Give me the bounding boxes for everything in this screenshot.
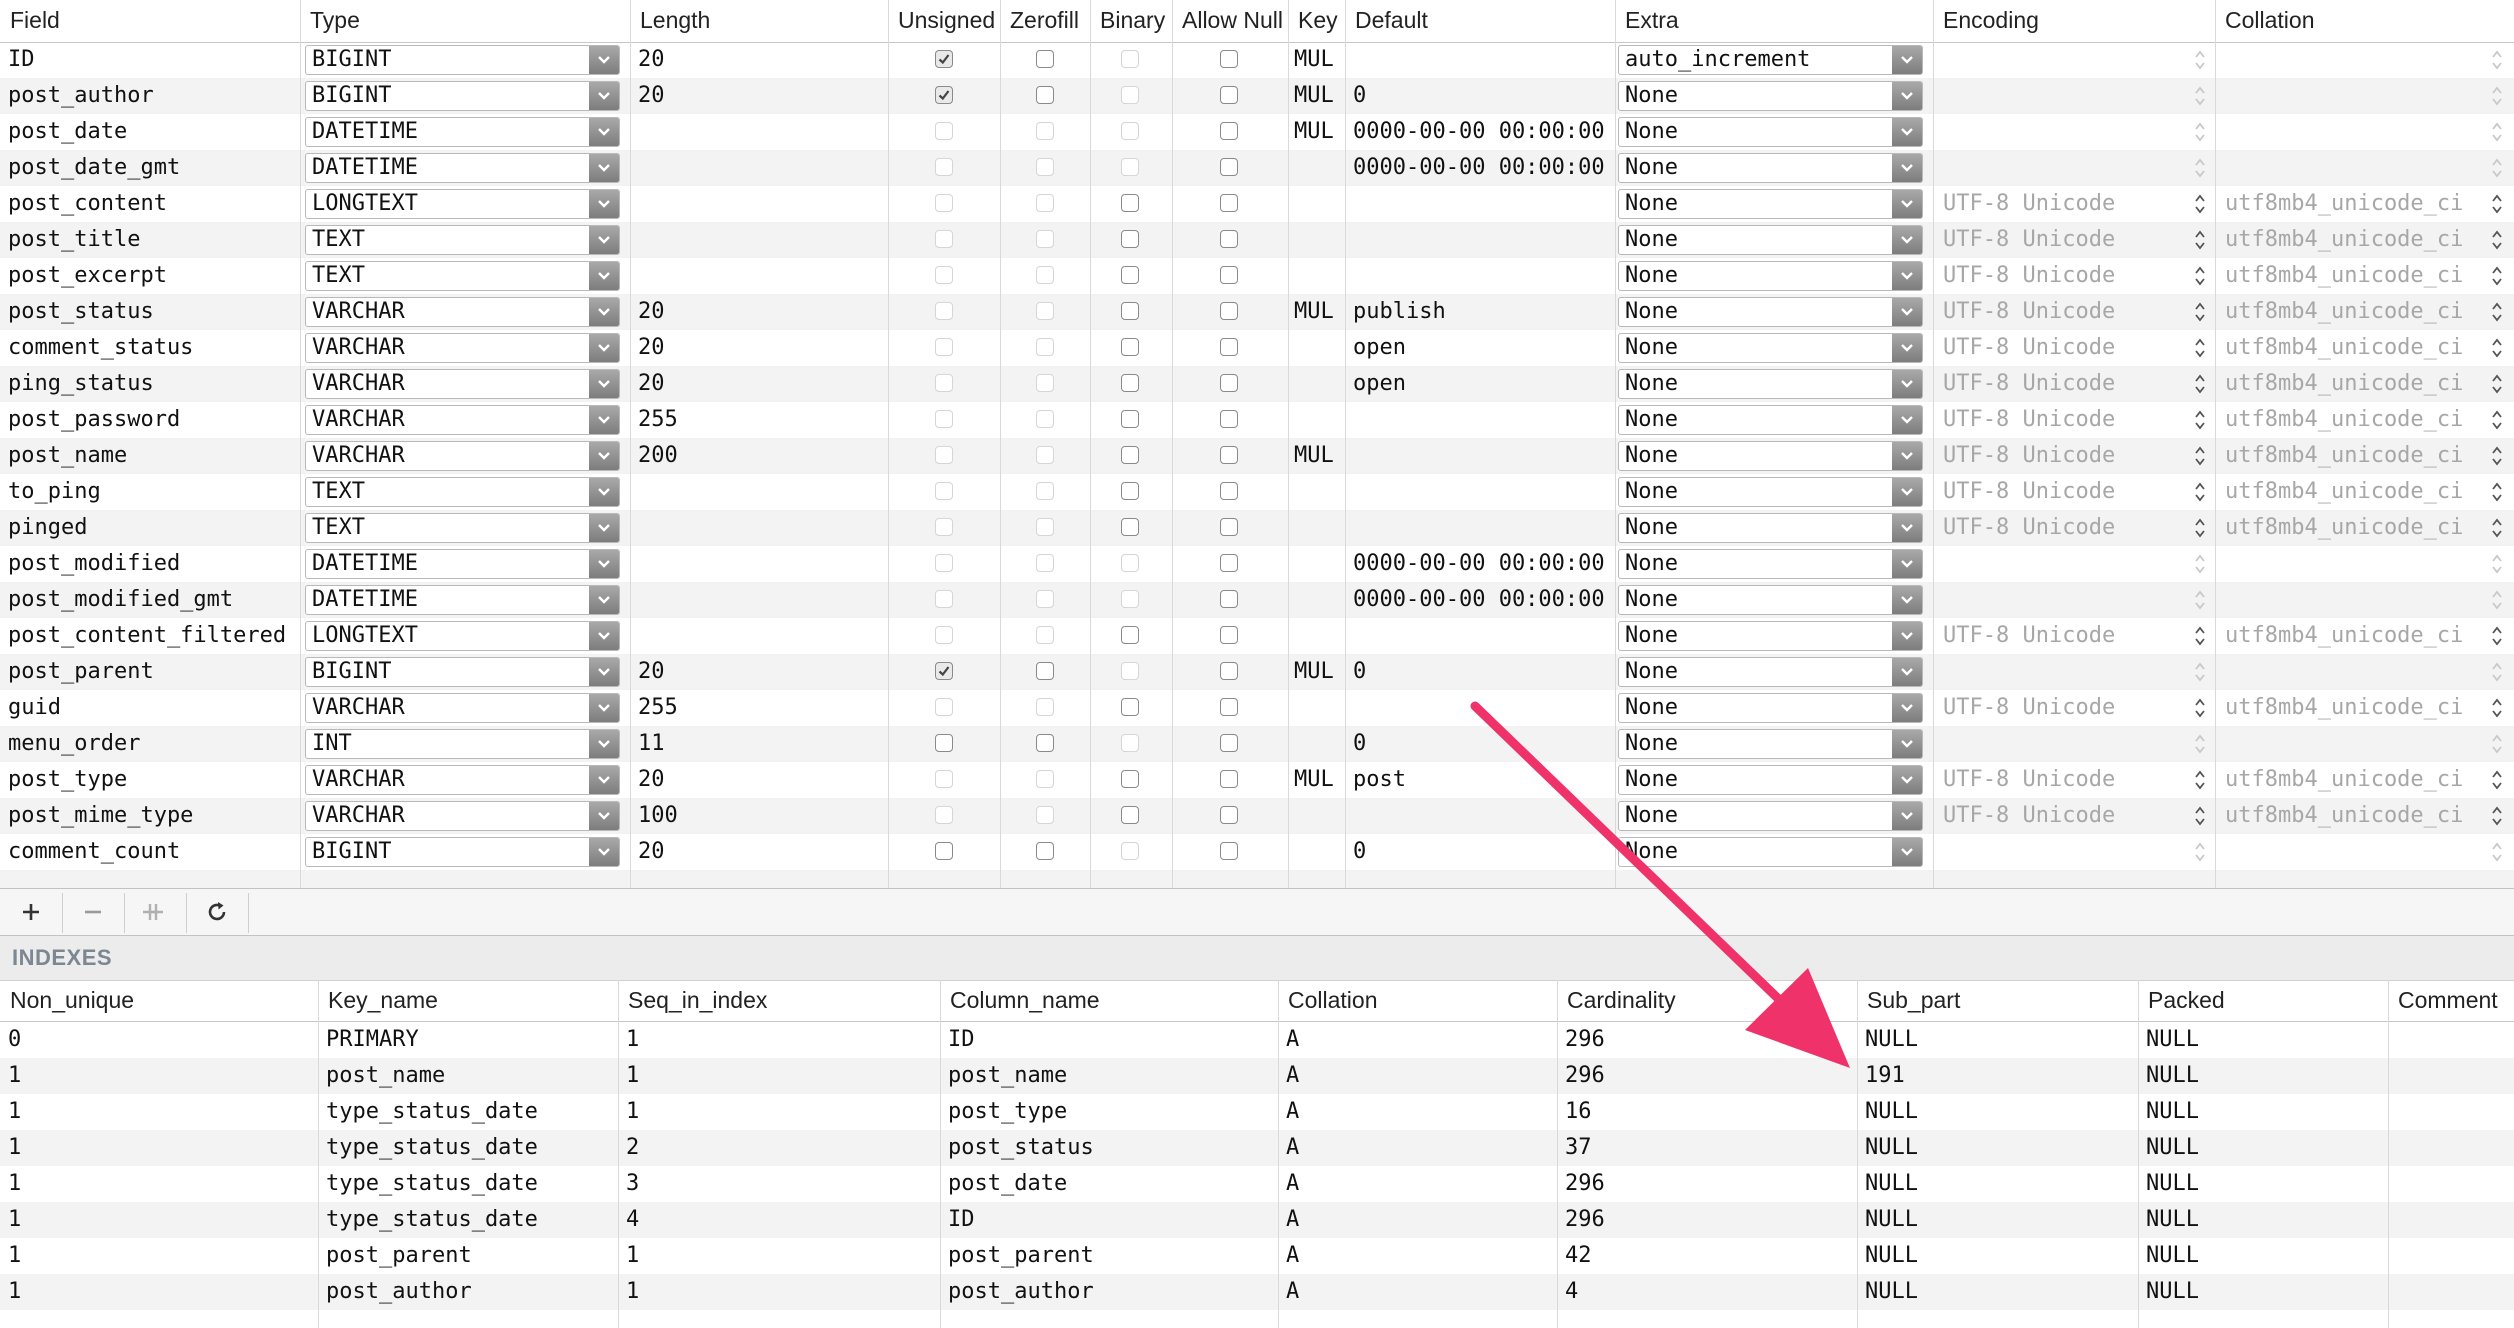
annotation-arrow bbox=[1470, 701, 1850, 1068]
